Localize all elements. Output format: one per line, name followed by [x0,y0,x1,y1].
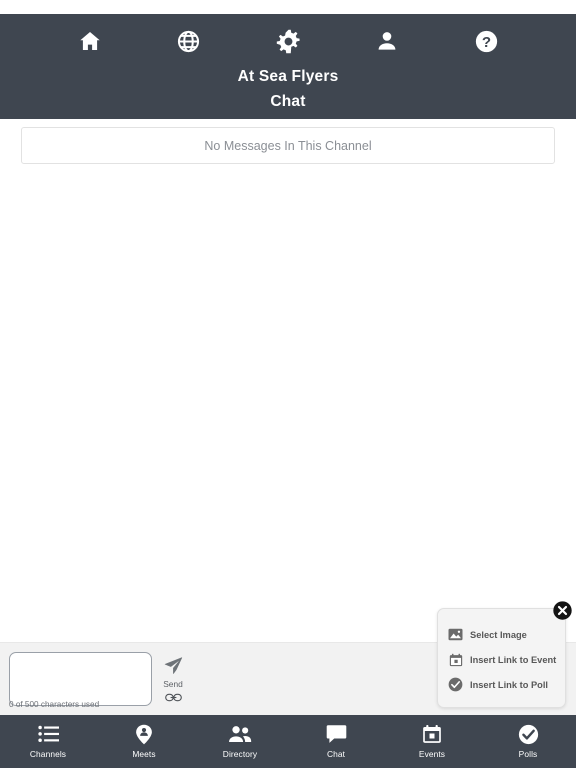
status-bar-strip [0,0,576,14]
paper-plane-icon[interactable] [163,655,184,681]
attachment-item-label: Select Image [470,629,527,640]
close-circle-icon[interactable] [552,600,573,621]
nav-item-chat[interactable]: Chat [288,715,384,768]
page-subtitle: Chat [270,93,306,111]
image-icon [448,627,463,642]
message-input[interactable] [9,652,152,706]
calendar-icon [422,724,442,744]
chat-bubble-icon [326,724,347,744]
attachment-item-label: Insert Link to Poll [470,679,548,690]
bottom-navigation: Channels Meets Directory Chat Events Pol… [0,715,576,768]
nav-item-label: Chat [326,749,346,759]
nav-item-label: Channels [29,749,67,759]
globe-icon[interactable] [139,29,238,54]
empty-state-banner: No Messages In This Channel [21,127,555,165]
messages-area: No Messages In This Channel [0,119,576,642]
nav-item-label: Meets [132,749,156,759]
list-icon [37,724,59,744]
attachment-item-insert-link-to-event[interactable]: Insert Link to Event [448,647,557,672]
check-circle-icon [518,724,539,744]
nav-item-events[interactable]: Events [384,715,480,768]
send-button-label[interactable]: Send [163,680,183,689]
nav-item-label: Directory [222,749,258,759]
character-counter: 0 of 500 characters used [9,700,100,709]
header-icon-bar: ? [0,14,576,68]
attachment-item-label: Insert Link to Event [470,654,557,665]
calendar-icon [448,652,463,667]
nav-item-label: Polls [518,749,538,759]
nav-item-polls[interactable]: Polls [480,715,576,768]
help-icon[interactable]: ? [437,29,536,54]
link-icon[interactable] [164,691,182,709]
gear-icon[interactable] [238,28,337,55]
map-pin-person-icon [135,724,153,744]
empty-state-text: No Messages In This Channel [204,138,372,153]
attachment-item-insert-link-to-poll[interactable]: Insert Link to Poll [448,672,555,697]
svg-text:?: ? [482,33,491,50]
nav-item-directory[interactable]: Directory [192,715,288,768]
app-root: ? At Sea Flyers Chat No Messages In This… [0,0,576,768]
check-circle-icon [448,677,463,692]
nav-item-meets[interactable]: Meets [96,715,192,768]
attachment-popup: Select Image Insert Link to Event Insert… [437,601,572,708]
composer-actions: Send [155,652,191,709]
page-title: At Sea Flyers [237,68,339,85]
attachment-item-select-image[interactable]: Select Image [448,622,555,647]
home-icon[interactable] [40,29,139,53]
person-icon[interactable] [338,29,437,53]
nav-item-channels[interactable]: Channels [0,715,96,768]
nav-item-label: Events [418,749,446,759]
app-header: ? At Sea Flyers Chat [0,14,576,120]
people-icon [228,724,252,744]
